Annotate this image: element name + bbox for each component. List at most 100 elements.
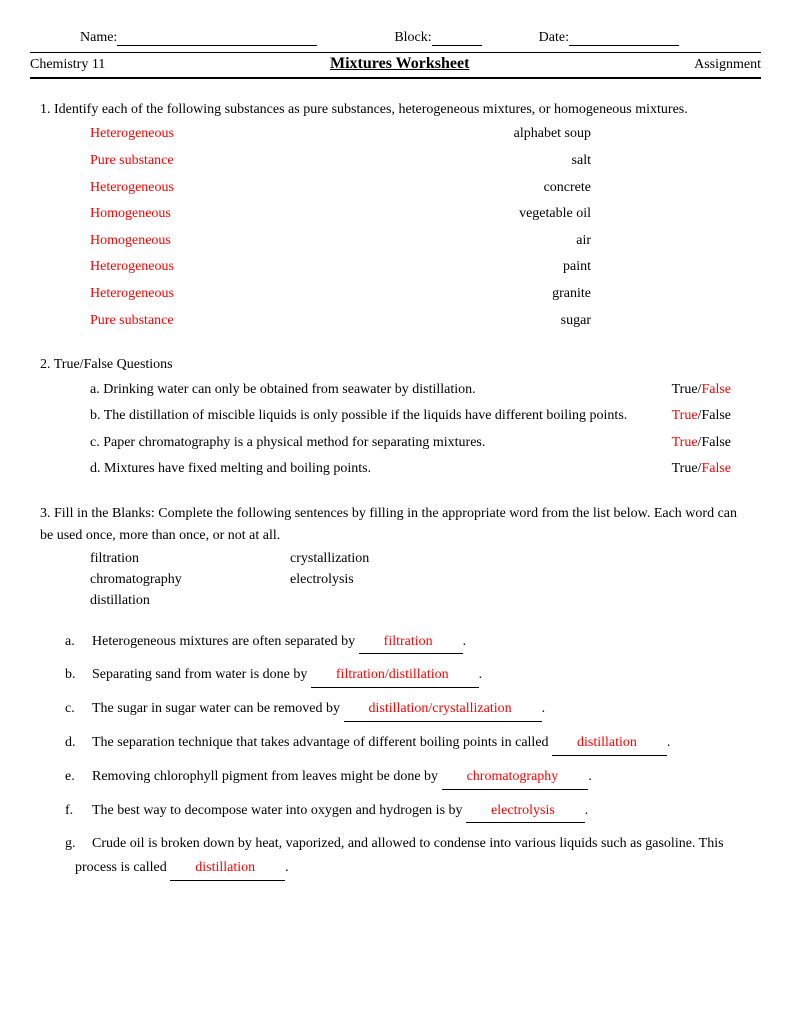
- q3-item: g.Crude oil is broken down by heat, vapo…: [40, 832, 751, 881]
- blank-trail[interactable]: [512, 697, 542, 722]
- q1-item: granite: [552, 281, 591, 308]
- q3-answer: distillation/crystallization: [374, 697, 512, 722]
- q1-item: concrete: [544, 175, 591, 202]
- q3-pre-text: The separation technique that takes adva…: [92, 735, 552, 750]
- q1-item: vegetable oil: [519, 201, 591, 228]
- q3-post-text: .: [588, 769, 592, 784]
- q3-answer: chromatography: [472, 765, 559, 790]
- q1-answer: Heterogeneous: [90, 121, 174, 148]
- q2-row: a. Drinking water can only be obtained f…: [40, 377, 751, 404]
- q1-item: alphabet soup: [514, 121, 591, 148]
- false-label: False: [701, 435, 731, 450]
- course-label: Chemistry 11: [30, 57, 105, 73]
- q2-truefalse: True/False: [672, 403, 731, 430]
- blank-trail[interactable]: [637, 731, 667, 756]
- q1-prompt: 1. Identify each of the following substa…: [40, 99, 751, 121]
- q1-row: Homogeneous vegetable oil: [40, 201, 751, 228]
- q3-post-text: .: [667, 735, 671, 750]
- q3-item: a.Heterogeneous mixtures are often separ…: [40, 630, 751, 655]
- question-2: 2. True/False Questions a. Drinking wate…: [40, 354, 751, 483]
- blank-trail[interactable]: [555, 799, 585, 824]
- q3-post-text: .: [585, 803, 589, 818]
- q3-letter: b.: [70, 663, 92, 687]
- q1-row: Heterogeneous paint: [40, 254, 751, 281]
- doc-type-label: Assignment: [694, 57, 761, 73]
- q3-pre-text: Separating sand from water is done by: [92, 667, 311, 682]
- q2-truefalse: True/False: [672, 430, 731, 457]
- q3-item: b.Separating sand from water is done by …: [40, 663, 751, 688]
- q3-letter: g.: [70, 832, 92, 856]
- q3-item: e.Removing chlorophyll pigment from leav…: [40, 765, 751, 790]
- name-label: Name:: [80, 30, 117, 45]
- name-blank[interactable]: [117, 45, 317, 46]
- q2-row: b. The distillation of miscible liquids …: [40, 403, 751, 430]
- q1-answer: Heterogeneous: [90, 281, 174, 308]
- q2-row: d. Mixtures have fixed melting and boili…: [40, 456, 751, 483]
- q2-truefalse: True/False: [672, 377, 731, 404]
- q3-pre-text: The best way to decompose water into oxy…: [92, 803, 466, 818]
- q3-letter: c.: [70, 697, 92, 721]
- q3-prompt: 3. Fill in the Blanks: Complete the foll…: [40, 503, 751, 548]
- q3-item: c.The sugar in sugar water can be remove…: [40, 697, 751, 722]
- q3-answer: filtration: [389, 630, 433, 655]
- q1-item: paint: [563, 254, 591, 281]
- q1-row: Pure substance sugar: [40, 308, 751, 335]
- blank-trail[interactable]: [449, 663, 479, 688]
- q1-item: air: [576, 228, 591, 255]
- q3-letter: d.: [70, 731, 92, 755]
- blank-trail[interactable]: [255, 856, 285, 881]
- q3-post-text: .: [542, 701, 546, 716]
- q3-post-text: .: [463, 634, 467, 649]
- q1-item: sugar: [561, 308, 591, 335]
- q2-rows: a. Drinking water can only be obtained f…: [40, 377, 751, 483]
- q3-pre-text: Removing chlorophyll pigment from leaves…: [92, 769, 442, 784]
- q1-item: salt: [572, 148, 591, 175]
- q1-row: Heterogeneous alphabet soup: [40, 121, 751, 148]
- true-label: True: [672, 382, 698, 397]
- q2-text: d. Mixtures have fixed melting and boili…: [90, 456, 672, 483]
- false-label: False: [701, 382, 731, 397]
- worksheet-title: Mixtures Worksheet: [330, 55, 469, 73]
- q1-row: Heterogeneous granite: [40, 281, 751, 308]
- q3-items: a.Heterogeneous mixtures are often separ…: [40, 630, 751, 881]
- blank-trail[interactable]: [558, 765, 588, 790]
- q1-answer: Heterogeneous: [90, 254, 174, 281]
- q2-text: b. The distillation of miscible liquids …: [90, 403, 672, 430]
- q3-answer: filtration/distillation: [341, 663, 449, 688]
- block-blank[interactable]: [432, 45, 482, 46]
- q1-row: Pure substance salt: [40, 148, 751, 175]
- q3-letter: a.: [70, 630, 92, 654]
- q1-answer: Homogeneous: [90, 201, 171, 228]
- q3-pre-text: Heterogeneous mixtures are often separat…: [92, 634, 359, 649]
- q3-word-bank: filtrationcrystallization chromatography…: [40, 548, 751, 611]
- true-label: True: [672, 435, 698, 450]
- word-crystallization: crystallization: [290, 551, 369, 566]
- true-label: True: [672, 461, 698, 476]
- word-filtration: filtration: [90, 548, 290, 569]
- q3-answer: electrolysis: [496, 799, 555, 824]
- date-label: Date:: [539, 30, 569, 45]
- q2-row: c. Paper chromatography is a physical me…: [40, 430, 751, 457]
- q2-text: a. Drinking water can only be obtained f…: [90, 377, 672, 404]
- divider-top: [30, 52, 761, 53]
- q3-post-text: .: [285, 860, 289, 875]
- q3-answer: distillation: [200, 856, 255, 881]
- q3-post-text: .: [479, 667, 483, 682]
- q1-answer: Heterogeneous: [90, 175, 174, 202]
- q1-answer: Pure substance: [90, 308, 174, 335]
- blank-trail[interactable]: [433, 630, 463, 655]
- question-1: 1. Identify each of the following substa…: [40, 99, 751, 334]
- date-blank[interactable]: [569, 45, 679, 46]
- q3-item: f.The best way to decompose water into o…: [40, 799, 751, 824]
- block-label: Block:: [394, 30, 431, 45]
- q1-answer: Pure substance: [90, 148, 174, 175]
- q1-answer: Homogeneous: [90, 228, 171, 255]
- title-row: Chemistry 11 Mixtures Worksheet Assignme…: [30, 55, 761, 73]
- question-3: 3. Fill in the Blanks: Complete the foll…: [40, 503, 751, 881]
- word-distillation: distillation: [90, 590, 290, 611]
- word-chromatography: chromatography: [90, 569, 290, 590]
- true-label: True: [672, 408, 698, 423]
- q2-truefalse: True/False: [672, 456, 731, 483]
- q1-row: Heterogeneous concrete: [40, 175, 751, 202]
- false-label: False: [701, 408, 731, 423]
